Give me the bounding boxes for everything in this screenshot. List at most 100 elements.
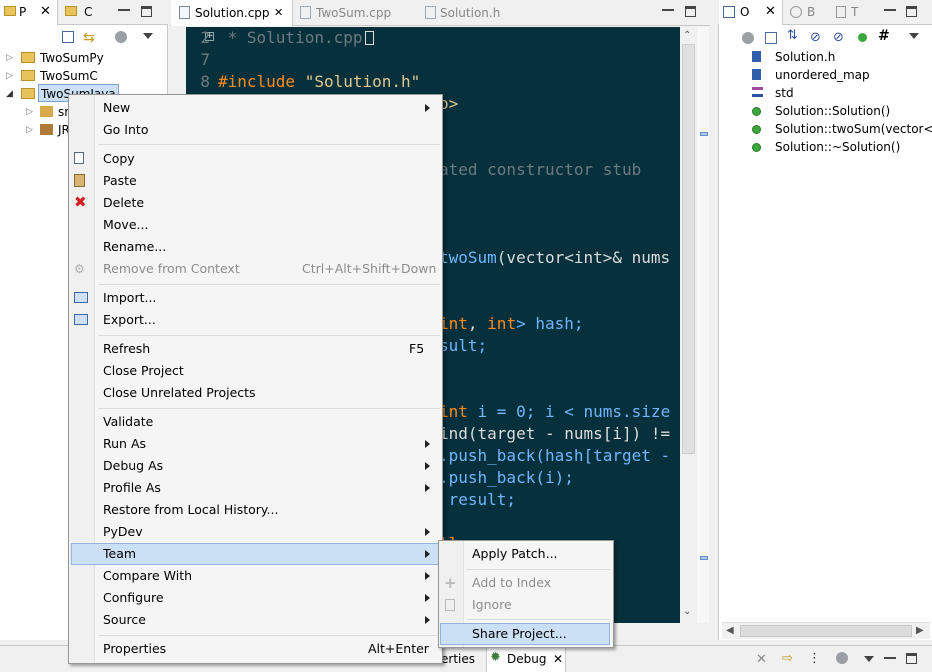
ruler-marker[interactable] — [700, 132, 708, 136]
expand-icon[interactable]: ▷ — [26, 107, 33, 117]
tab-twosum-cpp[interactable]: TwoSum.cpp — [295, 0, 415, 26]
tab-properties-partial[interactable]: erties — [441, 648, 475, 670]
line-number: 7 — [200, 50, 210, 69]
code-line: result; — [439, 490, 517, 509]
hide-nonpublic-icon[interactable] — [858, 33, 867, 42]
menu-item-debug-as-label: Debug As — [103, 458, 164, 473]
remove-context-icon: ⚙ — [74, 262, 85, 276]
close-icon[interactable]: ✕ — [765, 4, 776, 19]
line-number: 2 — [200, 28, 210, 47]
filter-icon[interactable] — [115, 31, 127, 43]
submenu-arrow-icon — [425, 550, 430, 558]
maximize-icon[interactable] — [141, 6, 152, 17]
menu-item-rename-label: Rename... — [103, 239, 167, 254]
tab-solution-cpp[interactable]: Solution.cpp ✕ — [171, 0, 293, 26]
scroll-right-icon[interactable]: ▶ — [916, 625, 924, 636]
tab-solution-cpp-label: Solution.cpp — [195, 6, 270, 20]
code-line: int, int> hash; — [439, 313, 584, 335]
tab-solution-h-label: Solution.h — [440, 6, 501, 20]
minimize-icon[interactable] — [884, 8, 896, 11]
project-folder-icon — [21, 52, 35, 63]
step-icon[interactable]: ⇨ — [782, 651, 793, 666]
view-menu-icon[interactable] — [143, 33, 153, 39]
collapse-all-icon[interactable] — [62, 31, 74, 43]
link-with-editor-icon[interactable]: ⇆ — [83, 30, 95, 46]
minimize-icon[interactable] — [662, 8, 674, 11]
close-icon[interactable]: ✕ — [274, 6, 283, 19]
scroll-up-icon[interactable]: ⌃ — [683, 30, 691, 41]
submenu-item-ignore[interactable] — [440, 594, 612, 616]
library-icon — [40, 124, 53, 135]
sort-icon[interactable]: ⇅ — [787, 28, 798, 43]
tab-solution-h[interactable]: Solution.h — [420, 0, 530, 26]
menu-item-paste-label: Paste — [103, 173, 137, 188]
maximize-icon[interactable] — [906, 653, 917, 664]
menu-item-remove-from-context-label: Remove from Context — [103, 261, 240, 276]
menu-separator — [98, 635, 440, 636]
menu-item-validate-label: Validate — [103, 414, 154, 429]
hide-macros-icon[interactable]: # — [878, 28, 890, 44]
code-text: twoSum — [439, 248, 497, 267]
tab-outline[interactable]: O ✕ — [719, 0, 783, 25]
menu-item-close-unrelated-projects-label: Close Unrelated Projects — [103, 385, 256, 400]
ruler-marker[interactable] — [700, 556, 708, 560]
menu-item-source-label: Source — [103, 612, 146, 627]
tab-type-hierarchy[interactable]: T — [832, 0, 872, 25]
scroll-left-icon[interactable]: ◀ — [726, 625, 734, 636]
tab-debug[interactable]: ✹ Debug ✕ — [486, 647, 566, 672]
outline-panel — [718, 0, 932, 640]
close-icon[interactable]: ✕ — [553, 652, 563, 666]
collapse-all-icon[interactable] — [765, 32, 777, 44]
outline-item-solution-h[interactable]: Solution.h — [775, 48, 835, 66]
menu-item-properties-shortcut: Alt+Enter — [368, 641, 429, 656]
code-line: .push_back(hash[target - — [439, 446, 671, 465]
close-icon[interactable]: ✕ — [40, 4, 51, 19]
debug-settings-icon[interactable] — [836, 652, 848, 664]
outline-item-twosum[interactable]: Solution::twoSum(vector<in — [775, 120, 932, 138]
minimize-icon[interactable] — [118, 8, 130, 11]
scrollbar-thumb[interactable] — [682, 44, 695, 454]
menu-item-export-label: Export... — [103, 312, 156, 327]
menu-item-properties-label: Properties — [103, 641, 167, 656]
menu-item-refresh-label: Refresh — [103, 341, 151, 356]
hide-static-icon[interactable]: ⊘ — [833, 30, 844, 45]
outline-item-destructor[interactable]: Solution::~Solution() — [775, 138, 900, 156]
submenu-arrow-icon — [425, 104, 430, 112]
outline-horizontal-scrollbar[interactable]: ◀ ▶ — [722, 622, 930, 639]
outline-item-unordered-map[interactable]: unordered_map — [775, 66, 870, 84]
maximize-icon[interactable] — [685, 6, 696, 17]
filter-icon[interactable] — [742, 32, 754, 44]
expand-icon[interactable]: ▷ — [26, 125, 33, 135]
outline-item-constructor[interactable]: Solution::Solution() — [775, 102, 890, 120]
submenu-item-add-to-index-label: Add to Index — [472, 575, 552, 590]
code-text: (vector<int>& nums — [496, 248, 671, 267]
submenu-arrow-icon — [425, 528, 430, 536]
submenu-item-share-project-label: Share Project... — [472, 626, 567, 641]
tab-project-explorer[interactable]: P ✕ — [0, 0, 58, 25]
maximize-icon[interactable] — [906, 6, 917, 17]
overview-ruler — [697, 27, 709, 623]
code-line: .push_back(i); — [439, 468, 574, 487]
menu-item-delete-label: Delete — [103, 195, 145, 210]
code-line: ated constructor stub — [439, 160, 642, 179]
tab-breakpoints[interactable]: B — [786, 0, 826, 25]
expand-icon[interactable]: ▷ — [6, 53, 13, 63]
submenu-item-apply-patch-label: Apply Patch... — [472, 546, 558, 561]
paste-icon — [74, 174, 85, 187]
code-line: twoSum(vector<int>& nums — [439, 247, 670, 269]
view-menu-icon[interactable] — [864, 656, 874, 662]
expand-icon[interactable]: ▷ — [6, 71, 13, 81]
collapse-icon[interactable]: ◢ — [6, 89, 13, 99]
hide-fields-icon[interactable]: ⊘ — [810, 30, 821, 45]
ignore-icon — [445, 599, 455, 611]
outline-item-std[interactable]: std — [775, 84, 794, 102]
tab-debug-label: Debug — [507, 652, 547, 666]
view-menu-icon[interactable] — [909, 33, 919, 39]
scroll-down-icon[interactable]: ⌄ — [683, 606, 691, 617]
tab-c-projects[interactable]: C — [60, 0, 100, 25]
remove-launch-icon[interactable]: ✕ — [756, 652, 767, 667]
show-threads-icon[interactable]: ⋮ — [808, 651, 821, 666]
minimize-icon[interactable] — [884, 656, 896, 659]
scrollbar-thumb[interactable] — [740, 625, 912, 637]
menu-separator — [98, 284, 440, 285]
